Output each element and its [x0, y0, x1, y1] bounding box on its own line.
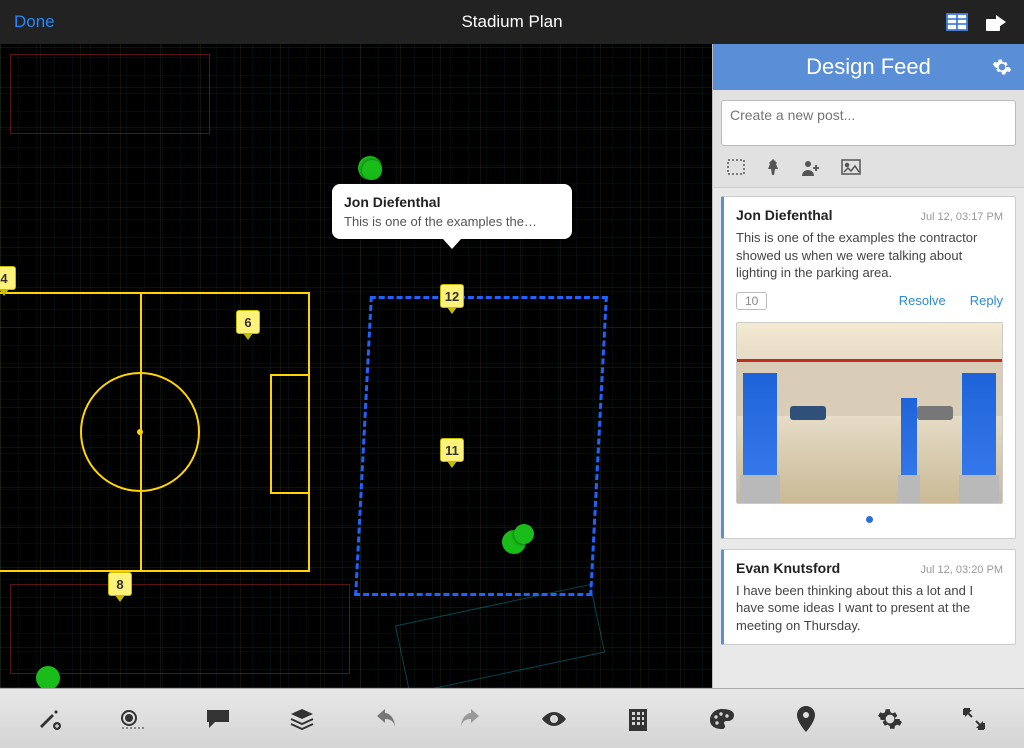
cad-detail-block [10, 54, 210, 134]
cad-detail-block [10, 584, 350, 674]
post-author: Jon Diefenthal [736, 207, 832, 223]
edit-add-icon[interactable] [18, 697, 82, 741]
pin-badge[interactable]: 12 [440, 284, 464, 308]
marker-dot[interactable] [362, 160, 382, 180]
pin-badge[interactable]: 6 [236, 310, 260, 334]
post-attachment-image[interactable] [736, 322, 1003, 504]
post-body: I have been thinking about this a lot an… [736, 582, 1003, 635]
post-timestamp: Jul 12, 03:20 PM [920, 564, 1003, 576]
callout-author: Jon Diefenthal [344, 194, 560, 210]
selection-region [354, 296, 608, 596]
undo-icon[interactable] [354, 697, 418, 741]
feed-post: Evan Knutsford Jul 12, 03:20 PM I have b… [721, 549, 1016, 646]
grid-icon[interactable] [946, 13, 968, 31]
attachment-pager [736, 510, 1003, 528]
bottom-toolbar [0, 688, 1024, 748]
drawing-canvas[interactable]: 4 6 8 11 12 Jon Diefenthal This is one o… [0, 44, 712, 688]
pager-dot [866, 516, 873, 523]
comment-icon[interactable] [186, 697, 250, 741]
redo-icon[interactable] [438, 697, 502, 741]
resolve-button[interactable]: Resolve [899, 293, 946, 308]
compose-toolbar [721, 151, 1016, 181]
page-title: Stadium Plan [461, 12, 562, 32]
add-person-icon[interactable] [801, 159, 821, 177]
feed-title: Design Feed [806, 54, 931, 80]
post-actions: 10 Resolve Reply [736, 292, 1003, 310]
design-feed-panel: Design Feed [712, 44, 1024, 688]
selection-rect-icon[interactable] [727, 159, 745, 177]
pin-badge[interactable]: 4 [0, 266, 16, 290]
pin-badge[interactable]: 8 [108, 572, 132, 596]
callout-popup[interactable]: Jon Diefenthal This is one of the exampl… [332, 184, 572, 239]
compose-area [713, 90, 1024, 188]
layers-icon[interactable] [270, 697, 334, 741]
palette-icon[interactable] [690, 697, 754, 741]
building-icon[interactable] [606, 697, 670, 741]
main-area: 4 6 8 11 12 Jon Diefenthal This is one o… [0, 44, 1024, 688]
feed-post: Jon Diefenthal Jul 12, 03:17 PM This is … [721, 196, 1016, 539]
image-icon[interactable] [841, 159, 861, 177]
top-bar: Done Stadium Plan [0, 0, 1024, 44]
pushpin-icon[interactable] [765, 159, 781, 177]
settings-gear-icon[interactable] [858, 697, 922, 741]
callout-snippet: This is one of the examples the… [344, 214, 560, 229]
feed-header: Design Feed [713, 44, 1024, 90]
share-icon[interactable] [986, 13, 1010, 31]
marker-dot[interactable] [514, 524, 534, 544]
post-body: This is one of the examples the contract… [736, 229, 1003, 282]
pin-badge[interactable]: 11 [440, 438, 464, 462]
location-pin-icon[interactable] [774, 697, 838, 741]
top-right-actions [946, 13, 1010, 31]
done-button[interactable]: Done [14, 12, 55, 32]
soccer-field-outline [0, 292, 310, 572]
view-count-badge[interactable]: 10 [736, 292, 767, 310]
post-author: Evan Knutsford [736, 560, 840, 576]
gear-icon[interactable] [992, 57, 1012, 77]
visibility-icon[interactable] [522, 697, 586, 741]
post-timestamp: Jul 12, 03:17 PM [920, 211, 1003, 223]
compose-input[interactable] [721, 100, 1016, 146]
reply-button[interactable]: Reply [970, 293, 1003, 308]
measure-icon[interactable] [102, 697, 166, 741]
marker-dot[interactable] [36, 666, 60, 688]
feed-scroll[interactable]: Jon Diefenthal Jul 12, 03:17 PM This is … [713, 188, 1024, 688]
fullscreen-icon[interactable] [942, 697, 1006, 741]
